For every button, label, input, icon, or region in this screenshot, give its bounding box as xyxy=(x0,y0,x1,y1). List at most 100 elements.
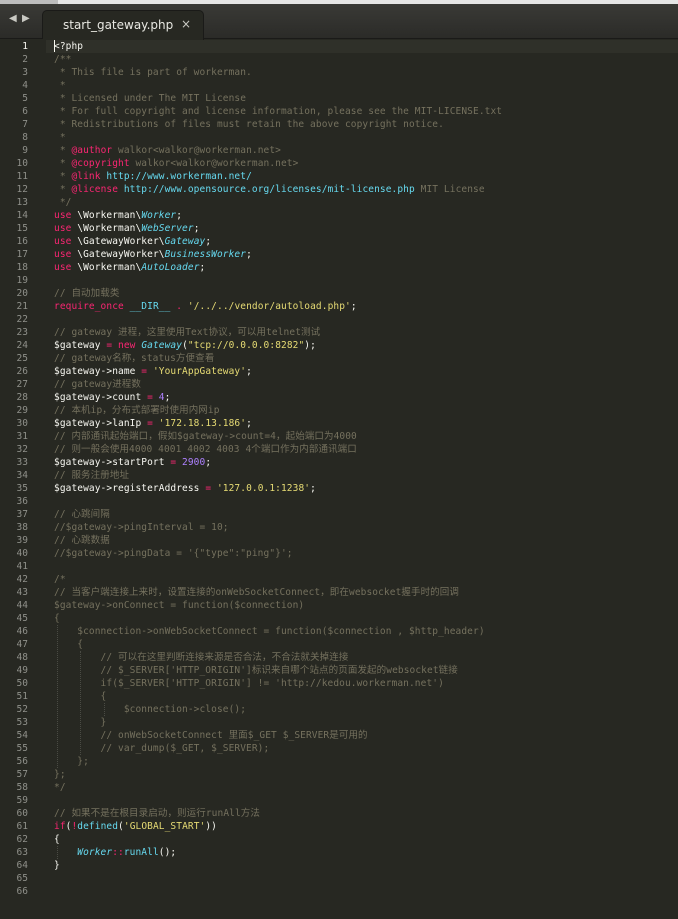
code-line: // 本机ip，分布式部署时使用内网ip xyxy=(54,404,220,417)
code-token: ); xyxy=(304,340,316,351)
code-line: /** xyxy=(54,53,71,66)
code-token: use xyxy=(54,236,72,247)
tab-start-gateway[interactable]: start_gateway.php × xyxy=(42,10,204,40)
indent-guide xyxy=(80,651,81,755)
line-number: 49 xyxy=(16,665,28,676)
code-token: $gateway->name xyxy=(54,366,136,377)
line-number: 21 xyxy=(16,301,28,312)
code-line: $gateway->count = 4; xyxy=(54,391,170,404)
code-token: \Workerman\ xyxy=(71,223,142,234)
code-token: * xyxy=(54,145,72,156)
code-token: // 自动加载类 xyxy=(54,288,120,299)
code-token: BusinessWorker xyxy=(164,249,247,260)
code-line: * @author walkor<walkor@workerman.net> xyxy=(54,144,281,157)
code-token: 'YourAppGateway' xyxy=(152,366,247,377)
code-token: // 本机ip，分布式部署时使用内网ip xyxy=(54,405,220,416)
code-token: * xyxy=(54,184,72,195)
code-line: use \GatewayWorker\BusinessWorker; xyxy=(54,248,252,261)
line-number: 39 xyxy=(16,535,28,546)
code-token: @license xyxy=(71,184,119,195)
code-token: * xyxy=(54,132,66,143)
line-number: 23 xyxy=(16,327,28,338)
code-token: = xyxy=(164,457,183,468)
line-number: 62 xyxy=(16,834,28,845)
text-cursor xyxy=(54,40,55,52)
code-area[interactable]: <?php/** * This file is part of workerma… xyxy=(54,39,678,919)
line-number: 25 xyxy=(16,353,28,364)
code-line: * This file is part of workerman. xyxy=(54,66,252,79)
code-token: // gateway进程数 xyxy=(54,379,141,390)
code-line: $gateway->startPort = 2900; xyxy=(54,456,211,469)
code-token: new xyxy=(118,340,136,351)
tab-forward-arrow-icon[interactable]: ▶ xyxy=(22,13,30,24)
line-number: 37 xyxy=(16,509,28,520)
code-token: $gateway->lanIp xyxy=(54,418,142,429)
code-line: { xyxy=(54,638,83,651)
code-line: if(!defined('GLOBAL_START')) xyxy=(54,820,217,833)
code-token: = xyxy=(141,392,159,403)
tab-bar: ◀ ▶ start_gateway.php × xyxy=(0,4,678,40)
code-token: AutoLoader xyxy=(141,262,200,273)
code-token: '127.0.0.1:1238' xyxy=(216,483,311,494)
code-editor[interactable]: 1 2 3 4 5 6 7 8 9 10 11 12 13 14 15 16 17 18 19 20 21 22 23 24 2… xyxy=(0,39,678,919)
line-number: 40 xyxy=(16,548,28,559)
code-token: { xyxy=(54,639,84,650)
code-token: * xyxy=(54,80,66,91)
tab-back-arrow-icon[interactable]: ◀ xyxy=(9,13,17,24)
code-token: * xyxy=(54,158,72,169)
code-token: }; xyxy=(54,756,89,767)
code-token: Gateway xyxy=(141,340,183,351)
code-token: ; xyxy=(246,366,252,377)
code-token: runAll xyxy=(123,847,159,858)
line-number: 24 xyxy=(16,340,28,351)
line-number: 35 xyxy=(16,483,28,494)
code-token: * xyxy=(54,171,72,182)
code-line: use \GatewayWorker\Gateway; xyxy=(54,235,211,248)
code-token: = xyxy=(141,418,159,429)
line-number: 52 xyxy=(16,704,28,715)
line-number: 28 xyxy=(16,392,28,403)
code-token: use xyxy=(54,262,72,273)
line-number: 9 xyxy=(22,145,28,156)
code-token: * This file is part of workerman. xyxy=(54,67,252,78)
line-number: 33 xyxy=(16,457,28,468)
code-line: require_once __DIR__ . '/../../vendor/au… xyxy=(54,300,357,313)
code-token: require_once xyxy=(54,301,124,312)
code-token: use xyxy=(54,210,72,221)
code-line: // gateway名称，status方便查看 xyxy=(54,352,214,365)
code-token: // 心跳数据 xyxy=(54,535,110,546)
line-number: 44 xyxy=(16,600,28,611)
code-token: Worker xyxy=(141,210,177,221)
line-number: 51 xyxy=(16,691,28,702)
tab-close-icon[interactable]: × xyxy=(181,17,191,31)
indent-guide xyxy=(104,703,105,716)
code-token: } xyxy=(54,860,60,871)
code-token: $gateway->count xyxy=(54,392,142,403)
line-number: 1 xyxy=(22,41,28,52)
line-number: 29 xyxy=(16,405,28,416)
code-line: } xyxy=(54,859,60,872)
line-number: 14 xyxy=(16,210,28,221)
code-line: * xyxy=(54,79,66,92)
line-number: 63 xyxy=(16,847,28,858)
code-token: ; xyxy=(246,418,252,429)
line-number: 22 xyxy=(16,314,28,325)
code-token: \Workerman\ xyxy=(71,210,142,221)
code-token: '/../../vendor/autoload.php' xyxy=(187,301,351,312)
line-number: 65 xyxy=(16,873,28,884)
code-token: __DIR__ xyxy=(129,301,171,312)
line-number: 41 xyxy=(16,561,28,572)
line-number: 64 xyxy=(16,860,28,871)
code-token: = xyxy=(199,483,217,494)
code-token: \GatewayWorker\ xyxy=(71,249,165,260)
line-number: 57 xyxy=(16,769,28,780)
code-token: { xyxy=(54,834,60,845)
code-token: // 服务注册地址 xyxy=(54,470,130,481)
code-token: // gateway名称，status方便查看 xyxy=(54,353,215,364)
code-line: // 自动加载类 xyxy=(54,287,119,300)
code-line: use \Workerman\WebServer; xyxy=(54,222,200,235)
line-number: 55 xyxy=(16,743,28,754)
code-line: // 当客户端连接上来时，设置连接的onWebSocketConnect，即在w… xyxy=(54,586,459,599)
code-line: { xyxy=(54,612,60,625)
line-number: 36 xyxy=(16,496,28,507)
